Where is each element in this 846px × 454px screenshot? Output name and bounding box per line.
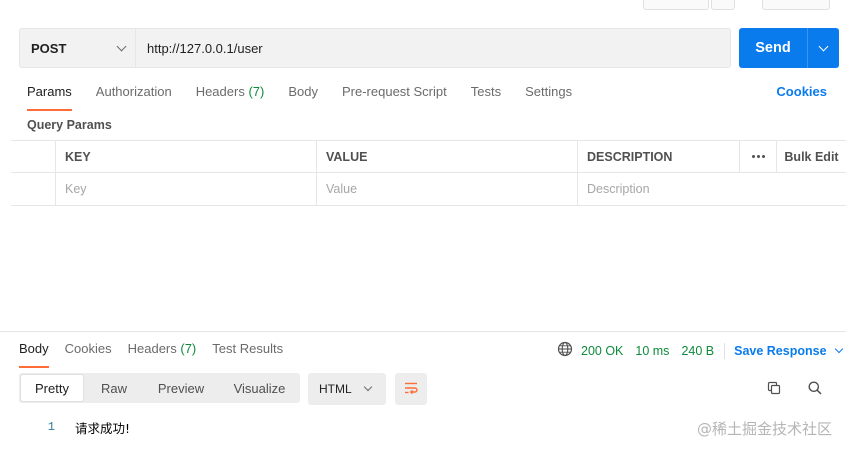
status-divider [724, 342, 726, 359]
request-bar: POST [19, 28, 731, 68]
response-tabs: Body Cookies Headers (7) Test Results [19, 341, 299, 368]
layout-button[interactable] [643, 0, 709, 10]
tab-body[interactable]: Body [288, 84, 318, 108]
globe-icon[interactable] [557, 341, 573, 360]
more-horizontal-icon [751, 155, 765, 158]
response-time[interactable]: 10 ms [635, 344, 669, 358]
chevron-down-icon [834, 344, 843, 353]
query-params-table: KEY VALUE DESCRIPTION Bulk Edit Key Valu… [11, 140, 846, 206]
view-mode-preview[interactable]: Preview [143, 373, 219, 403]
method-label: POST [31, 40, 67, 56]
line-number: 1 [47, 420, 55, 434]
edit-button[interactable] [762, 0, 830, 10]
wrap-lines-icon [403, 380, 419, 399]
description-input[interactable]: Description [578, 173, 846, 205]
response-tab-test-results[interactable]: Test Results [212, 341, 283, 365]
view-mode-raw[interactable]: Raw [85, 373, 143, 403]
tab-headers[interactable]: Headers (7) [196, 84, 265, 108]
headers-count: (7) [248, 84, 265, 99]
format-label: HTML [319, 382, 352, 396]
request-tabs: Params Authorization Headers (7) Body Pr… [27, 84, 596, 111]
chevron-down-icon [116, 41, 127, 51]
status-code[interactable]: 200 OK [581, 344, 623, 358]
column-header-description: DESCRIPTION [578, 141, 740, 172]
method-select[interactable]: POST [20, 29, 136, 67]
column-options-button[interactable] [740, 141, 777, 172]
watermark: @稀土掘金技术社区 [696, 420, 832, 438]
save-response-button[interactable]: Save Response [734, 343, 843, 358]
value-input[interactable]: Value [317, 173, 578, 205]
send-options-button[interactable] [807, 28, 839, 68]
send-button[interactable]: Send [739, 28, 807, 68]
format-select[interactable]: HTML [308, 373, 386, 405]
top-toolbar [0, 0, 846, 12]
tab-params[interactable]: Params [27, 84, 72, 111]
key-input[interactable]: Key [56, 173, 317, 205]
response-divider[interactable] [0, 331, 846, 332]
url-input[interactable] [136, 29, 730, 67]
response-view-modes: Pretty Raw Preview Visualize [19, 373, 300, 403]
table-header-row: KEY VALUE DESCRIPTION Bulk Edit [11, 140, 846, 173]
response-size[interactable]: 240 B [681, 344, 714, 358]
response-tab-cookies[interactable]: Cookies [65, 341, 112, 365]
row-checkbox-cell [11, 173, 56, 205]
response-tab-body[interactable]: Body [19, 341, 49, 368]
tab-authorization[interactable]: Authorization [96, 84, 172, 108]
bulk-edit-button[interactable]: Bulk Edit [777, 141, 846, 172]
save-response-label: Save Response [734, 343, 827, 358]
cookies-link[interactable]: Cookies [776, 84, 827, 99]
search-icon [807, 380, 823, 399]
tab-tests[interactable]: Tests [471, 84, 501, 108]
chevron-down-icon [363, 382, 373, 392]
view-mode-pretty[interactable]: Pretty [20, 374, 84, 402]
tab-settings[interactable]: Settings [525, 84, 572, 108]
query-params-title: Query Params [27, 118, 112, 132]
send-button-group: Send [739, 28, 839, 68]
column-header-value: VALUE [317, 141, 578, 172]
table-row: Key Value Description [11, 173, 846, 206]
search-button[interactable] [805, 379, 825, 399]
row-checkbox-column [11, 141, 56, 172]
layout-dropdown-button[interactable] [711, 0, 735, 10]
copy-button[interactable] [764, 379, 784, 399]
response-headers-count: (7) [180, 341, 197, 356]
column-header-key: KEY [56, 141, 317, 172]
chevron-down-icon [818, 41, 829, 51]
tab-pre-request-script[interactable]: Pre-request Script [342, 84, 447, 108]
wrap-lines-button[interactable] [395, 373, 427, 405]
response-tab-headers[interactable]: Headers (7) [128, 341, 197, 365]
response-body-text: 请求成功! [75, 420, 131, 436]
response-status-bar: 200 OK 10 ms 240 B Save Response [557, 341, 843, 360]
copy-icon [766, 380, 782, 399]
view-mode-visualize[interactable]: Visualize [219, 373, 300, 403]
